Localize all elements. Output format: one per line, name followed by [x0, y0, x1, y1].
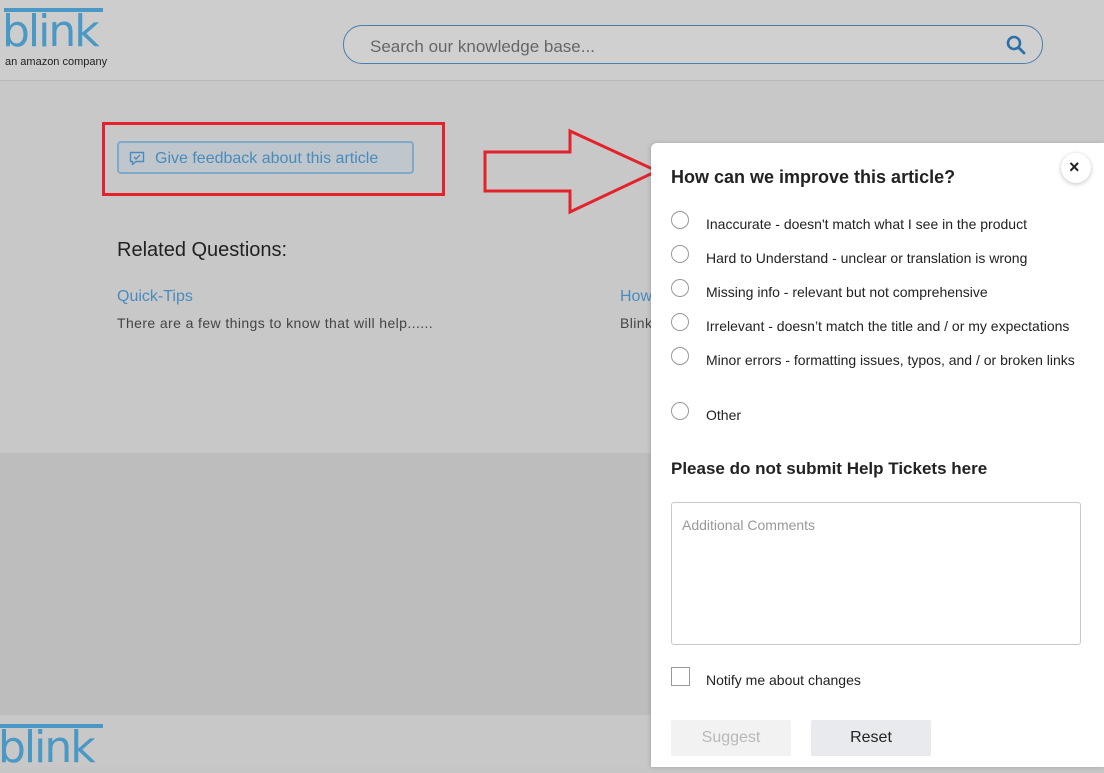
related-desc: Blink [620, 315, 653, 331]
option-label: Minor errors - formatting issues, typos,… [706, 352, 1075, 368]
search-placeholder: Search our knowledge base... [370, 37, 595, 56]
related-link-quick-tips[interactable]: Quick-Tips [117, 288, 193, 306]
suggest-button[interactable]: Suggest [671, 720, 791, 756]
option-label: Missing info - relevant but not comprehe… [706, 284, 988, 300]
related-questions-heading: Related Questions: [117, 239, 288, 261]
feedback-panel: How can we improve this article? × Inacc… [651, 143, 1104, 767]
search-input[interactable]: Search our knowledge base... [343, 25, 1043, 64]
radio-button[interactable] [671, 347, 689, 365]
radio-button[interactable] [671, 245, 689, 263]
reset-button[interactable]: Reset [811, 720, 931, 756]
radio-button[interactable] [671, 402, 689, 420]
close-icon: × [1069, 157, 1080, 177]
panel-title: How can we improve this article? [671, 167, 956, 187]
related-link-how[interactable]: How [620, 288, 652, 306]
footer-logo: blink [0, 722, 96, 773]
comments-placeholder: Additional Comments [682, 517, 816, 533]
radio-button[interactable] [671, 279, 689, 297]
site-header: blink an amazon company Search our knowl… [0, 0, 1104, 81]
annotation-highlight-box [102, 122, 445, 196]
logo[interactable]: blink [2, 8, 100, 56]
logo-tagline: an amazon company [5, 56, 108, 68]
radio-button[interactable] [671, 313, 689, 331]
option-label: Other [706, 407, 742, 423]
annotation-arrow-icon [483, 128, 661, 215]
help-tickets-warning: Please do not submit Help Tickets here [671, 459, 988, 478]
option-label: Irrelevant - doesn’t match the title and… [706, 318, 1070, 334]
notify-label: Notify me about changes [706, 672, 861, 688]
close-button[interactable]: × [1061, 153, 1091, 183]
notify-checkbox[interactable] [671, 667, 690, 686]
additional-comments-textarea[interactable]: Additional Comments [671, 502, 1081, 645]
search-icon[interactable] [1006, 35, 1026, 55]
related-desc: There are a few things to know that will… [117, 315, 434, 331]
option-label: Inaccurate - doesn't match what I see in… [706, 216, 1027, 232]
option-label: Hard to Understand - unclear or translat… [706, 250, 1028, 266]
radio-button[interactable] [671, 211, 689, 229]
